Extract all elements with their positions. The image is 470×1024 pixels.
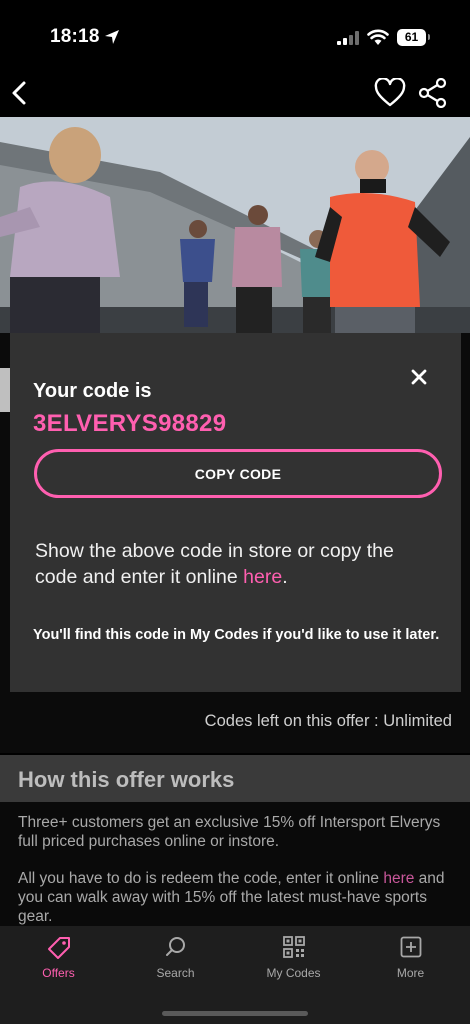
tab-my-codes[interactable]: My Codes [235,926,352,988]
bottom-tab-bar: Offers Search My Codes More [0,926,470,1024]
offer-here-link[interactable]: here [383,870,414,887]
wifi-icon [367,29,389,45]
back-chevron-icon[interactable] [8,78,30,108]
qr-code-icon [282,936,305,958]
share-icon[interactable] [418,78,448,108]
tab-label: More [396,966,425,980]
how-offer-works-header: How this offer works [0,755,470,802]
codes-left-text: Codes left on this offer : Unlimited [204,712,452,730]
plus-square-icon [400,936,421,958]
battery-indicator: 61 [397,29,430,46]
offer-code: 3ELVERYS98829 [33,410,227,437]
nav-bar [0,76,470,118]
hero-image [0,117,470,333]
tab-offers[interactable]: Offers [0,926,117,988]
status-time: 18:18 [50,26,100,47]
offer-description: Three+ customers get an exclusive 15% of… [18,814,441,850]
section-title: How this offer works [18,767,235,792]
instructions-body: Show the above code in store or copy the… [35,540,394,588]
heart-icon[interactable] [374,78,406,108]
my-codes-note: You'll find this code in My Codes if you… [33,627,440,643]
offer-instructions-start: All you have to do is redeem the code, e… [18,870,384,887]
copy-code-button[interactable]: COPY CODE [34,449,442,498]
background-card-edge [0,368,10,412]
tab-label: Search [156,966,195,980]
tag-icon [47,937,70,959]
tab-search[interactable]: Search [117,926,234,988]
tab-label: Offers [42,966,75,980]
tab-label: My Codes [266,966,321,980]
close-icon[interactable] [408,366,430,388]
search-icon [165,937,185,956]
instructions-here-link[interactable]: here [243,566,282,588]
home-indicator [162,1011,308,1016]
instructions-end: . [282,566,288,588]
how-offer-works-body: Three+ customers get an exclusive 15% of… [0,802,470,926]
cellular-signal-icon [337,31,359,45]
offer-instructions: All you have to do is redeem the code, e… [18,869,458,926]
status-bar: 18:18 61 [0,0,470,76]
location-arrow-icon [105,30,119,44]
instructions-text: Show the above code in store or copy the… [35,538,440,590]
modal-title: Your code is [33,380,152,402]
tab-more[interactable]: More [352,926,469,988]
code-modal: Your code is 3ELVERYS98829 COPY CODE Sho… [10,333,461,692]
